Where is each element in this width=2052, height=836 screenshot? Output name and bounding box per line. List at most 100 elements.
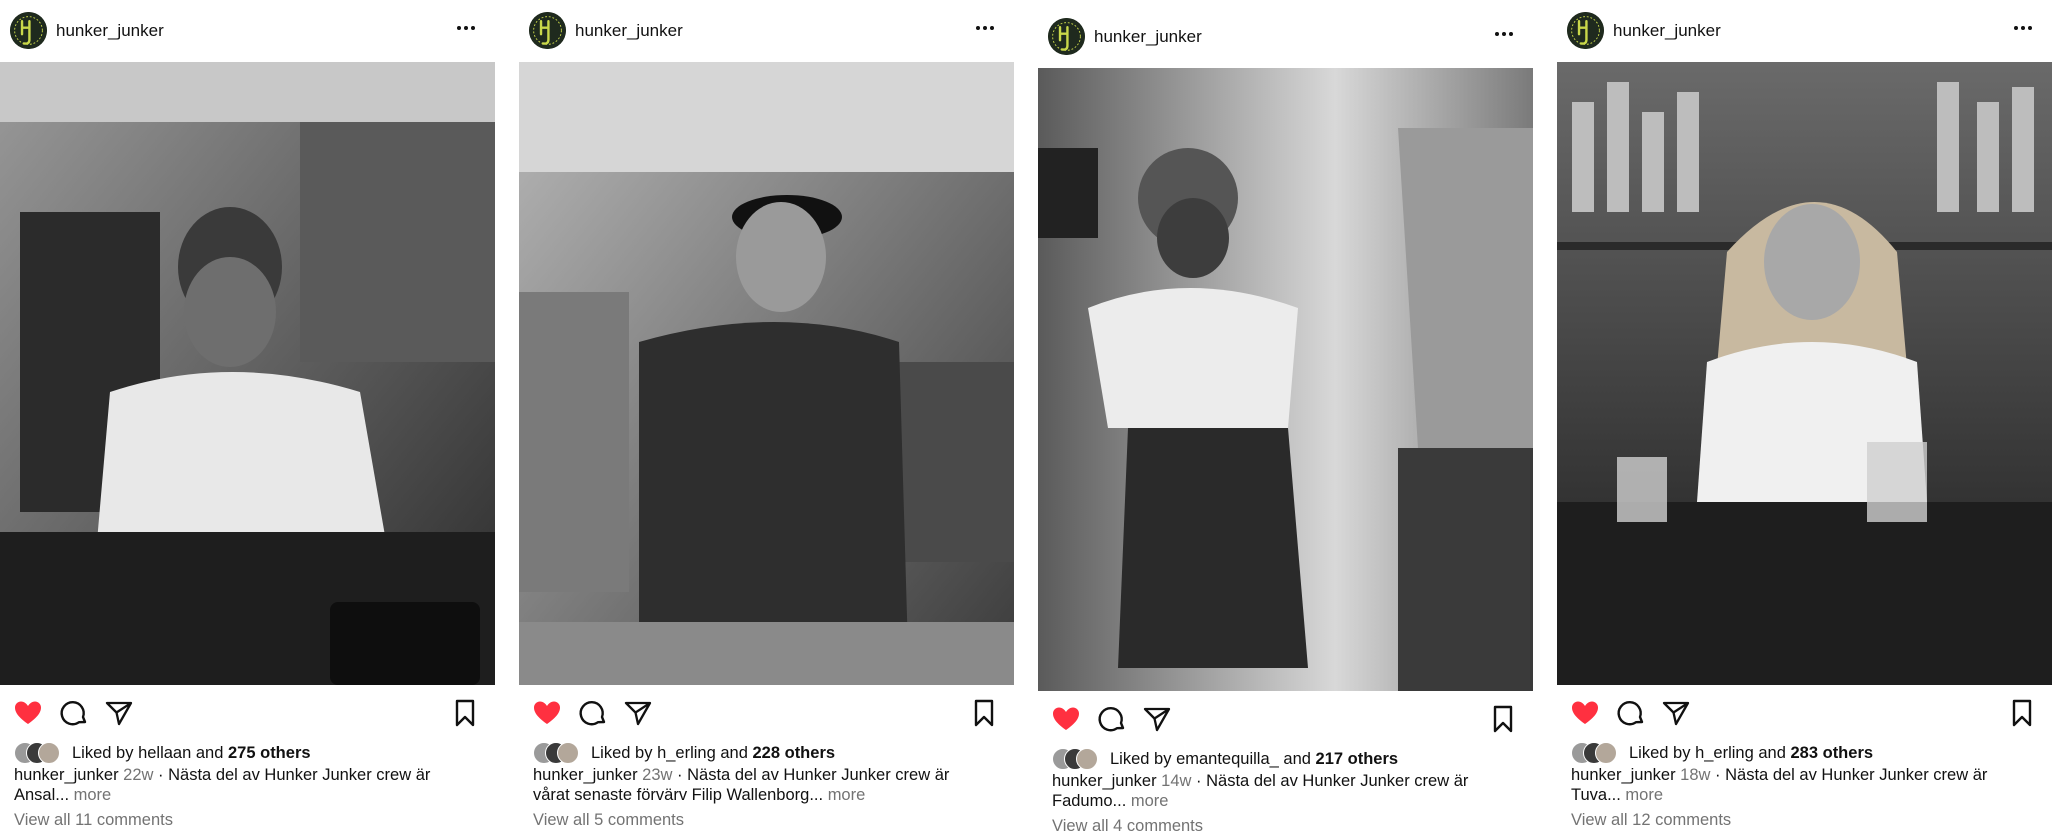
share-icon[interactable] xyxy=(1660,697,1692,729)
liked-others[interactable]: 283 others xyxy=(1791,744,1874,762)
view-comments-link[interactable]: View all 12 comments xyxy=(1571,811,1731,830)
post-caption: hunker_junker 18w · Nästa del av Hunker … xyxy=(1571,765,2041,805)
caption-more-link[interactable]: more xyxy=(74,786,112,804)
view-comments-link[interactable]: View all 4 comments xyxy=(1052,817,1203,836)
caption-more-link[interactable]: more xyxy=(1131,792,1169,810)
share-icon[interactable] xyxy=(1141,703,1173,735)
post-time: 18w xyxy=(1680,766,1711,784)
brand-avatar-icon[interactable] xyxy=(529,12,566,49)
heart-icon[interactable] xyxy=(531,697,563,729)
more-options-icon[interactable] xyxy=(970,16,1000,40)
liked-others[interactable]: 228 others xyxy=(753,744,836,762)
post-username[interactable]: hunker_junker xyxy=(1613,21,1721,41)
liked-by-row: Liked by h_erling and 228 others xyxy=(533,741,1003,765)
post-caption: hunker_junker 14w · Nästa del av Hunker … xyxy=(1052,771,1522,811)
post-actions xyxy=(1557,697,2052,731)
caption-username[interactable]: hunker_junker xyxy=(14,766,119,784)
comment-icon[interactable] xyxy=(58,697,90,729)
liked-and: and xyxy=(195,744,224,762)
more-options-icon[interactable] xyxy=(2008,16,2038,40)
post-actions xyxy=(519,697,1014,731)
view-comments-link[interactable]: View all 11 comments xyxy=(14,811,173,830)
post-username[interactable]: hunker_junker xyxy=(1094,27,1202,47)
liker-avatars xyxy=(1052,748,1108,770)
post-time: 22w xyxy=(123,766,154,784)
post-photo[interactable] xyxy=(1038,68,1533,691)
liked-and: and xyxy=(720,744,748,762)
more-options-icon[interactable] xyxy=(451,16,481,40)
post-card: hunker_junker Liked by emantequilla_ and xyxy=(1038,0,1533,836)
liked-by-row: Liked by h_erling and 283 others xyxy=(1571,741,2041,765)
liked-user[interactable]: hellaan xyxy=(138,744,191,762)
liker-avatars xyxy=(1571,742,1627,764)
heart-icon[interactable] xyxy=(12,697,44,729)
bookmark-icon[interactable] xyxy=(2006,697,2038,729)
liked-and: and xyxy=(1758,744,1786,762)
post-card: hunker_junker Liked by hellaan and 275 o… xyxy=(0,0,495,833)
liked-others[interactable]: 275 others xyxy=(228,744,311,762)
post-time: 23w xyxy=(642,766,673,784)
post-username[interactable]: hunker_junker xyxy=(56,21,164,41)
liked-user[interactable]: emantequilla_ xyxy=(1176,750,1279,768)
liker-avatars xyxy=(533,742,589,764)
caption-more-link[interactable]: more xyxy=(1625,786,1663,804)
caption-username[interactable]: hunker_junker xyxy=(1052,772,1157,790)
post-header: hunker_junker xyxy=(1038,18,1533,58)
caption-line2: Fadumo... xyxy=(1052,792,1127,810)
brand-avatar-icon[interactable] xyxy=(1567,12,1604,49)
liked-by-text: Liked by hellaan and 275 others xyxy=(72,744,311,763)
caption-username[interactable]: hunker_junker xyxy=(1571,766,1676,784)
liked-user[interactable]: h_erling xyxy=(1695,744,1754,762)
more-options-icon[interactable] xyxy=(1489,22,1519,46)
post-header: hunker_junker xyxy=(0,12,495,52)
caption-line2: Ansal... xyxy=(14,786,70,804)
post-caption: hunker_junker 22w · Nästa del av Hunker … xyxy=(14,765,484,805)
brand-avatar-icon[interactable] xyxy=(1048,18,1085,55)
caption-line1: · Nästa del av Hunker Junker crew är xyxy=(1715,766,1988,784)
comment-icon[interactable] xyxy=(577,697,609,729)
liked-by-text: Liked by emantequilla_ and 217 others xyxy=(1110,750,1398,769)
bookmark-icon[interactable] xyxy=(1487,703,1519,735)
post-header: hunker_junker xyxy=(1557,12,2052,52)
caption-more-link[interactable]: more xyxy=(828,786,866,804)
comment-icon[interactable] xyxy=(1096,703,1128,735)
liked-by-text: Liked by h_erling and 228 others xyxy=(591,744,835,763)
post-header: hunker_junker xyxy=(519,12,1014,52)
post-card: hunker_junker Liked by h_erling and 228 … xyxy=(519,0,1014,833)
caption-line1: · Nästa del av Hunker Junker crew är xyxy=(1196,772,1469,790)
share-icon[interactable] xyxy=(622,697,654,729)
liked-by-row: Liked by emantequilla_ and 217 others xyxy=(1052,747,1522,771)
liked-by-text: Liked by h_erling and 283 others xyxy=(1629,744,1873,763)
liked-prefix: Liked by xyxy=(591,744,653,762)
share-icon[interactable] xyxy=(103,697,135,729)
caption-line1: · Nästa del av Hunker Junker crew är xyxy=(158,766,431,784)
post-card: hunker_junker Liked by h_erling and 283 … xyxy=(1557,0,2052,833)
post-actions xyxy=(1038,703,1533,737)
post-photo[interactable] xyxy=(519,62,1014,685)
comment-icon[interactable] xyxy=(1615,697,1647,729)
bookmark-icon[interactable] xyxy=(449,697,481,729)
liked-user[interactable]: h_erling xyxy=(657,744,716,762)
caption-username[interactable]: hunker_junker xyxy=(533,766,638,784)
liked-and: and xyxy=(1283,750,1311,768)
liked-prefix: Liked by xyxy=(1629,744,1691,762)
post-photo[interactable] xyxy=(0,62,495,685)
liked-by-row: Liked by hellaan and 275 others xyxy=(14,741,484,765)
heart-icon[interactable] xyxy=(1050,703,1082,735)
caption-line2: vårat senaste förvärv Filip Wallenborg..… xyxy=(533,786,824,804)
post-caption: hunker_junker 23w · Nästa del av Hunker … xyxy=(533,765,1003,805)
post-photo[interactable] xyxy=(1557,62,2052,685)
view-comments-link[interactable]: View all 5 comments xyxy=(533,811,684,830)
caption-line2: Tuva... xyxy=(1571,786,1621,804)
post-username[interactable]: hunker_junker xyxy=(575,21,683,41)
heart-icon[interactable] xyxy=(1569,697,1601,729)
post-actions xyxy=(0,697,495,731)
liked-prefix: Liked by xyxy=(1110,750,1172,768)
liked-prefix: Liked by xyxy=(72,744,134,762)
brand-avatar-icon[interactable] xyxy=(10,12,47,49)
liked-others[interactable]: 217 others xyxy=(1316,750,1399,768)
liker-avatars xyxy=(14,742,70,764)
bookmark-icon[interactable] xyxy=(968,697,1000,729)
caption-line1: · Nästa del av Hunker Junker crew är xyxy=(677,766,950,784)
post-time: 14w xyxy=(1161,772,1192,790)
